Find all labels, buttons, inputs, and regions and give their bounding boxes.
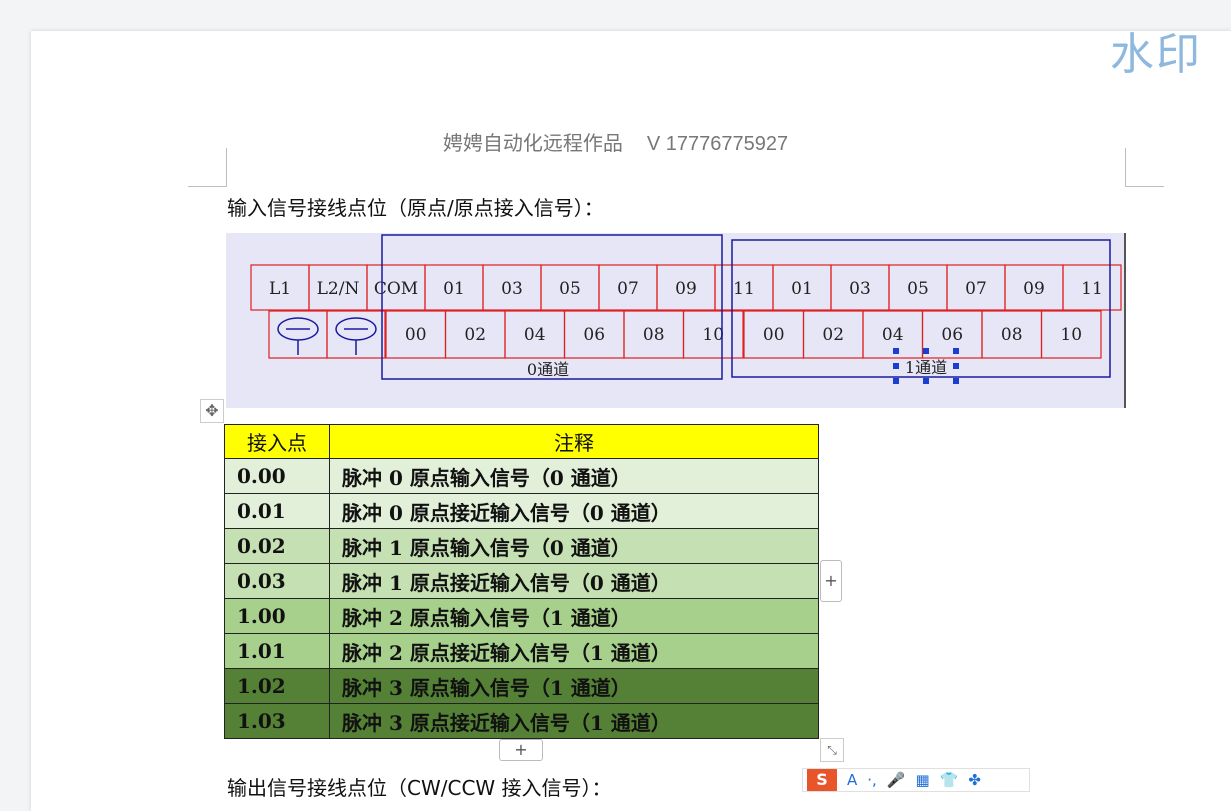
selection-handle — [893, 378, 899, 384]
selection-handle — [923, 378, 929, 384]
terminal-label: 09 — [1023, 279, 1045, 299]
mic-icon[interactable]: 🎤 — [887, 771, 906, 789]
cell-note[interactable]: 脉冲 0 原点接近输入信号（0 通道） — [329, 493, 819, 529]
ime-font-icon[interactable]: A — [847, 771, 857, 789]
cell-point[interactable]: 1.03 — [224, 703, 330, 739]
cell-point[interactable]: 0.02 — [224, 528, 330, 564]
margin-mark-top-left — [188, 148, 227, 187]
terminal-label: 05 — [559, 279, 581, 299]
channel1-box — [731, 239, 1111, 378]
terminal-label: 02 — [464, 325, 486, 345]
watermark: 水印 — [1110, 29, 1202, 80]
terminal-label: 07 — [965, 279, 987, 299]
wiring-diagram-svg: L1 L2/N COM 01 03 05 07 09 11 01 03 05 07 09 11 00 02 04 0… — [250, 234, 1122, 384]
table-row: 1.01 脉冲 2 原点接近输入信号（1 通道） — [224, 633, 819, 669]
add-column-button[interactable]: + — [820, 560, 842, 602]
channel0-box — [381, 234, 723, 380]
table-move-icon[interactable]: ✥ — [200, 399, 224, 423]
terminal-label: 07 — [617, 279, 639, 299]
terminal-label: 06 — [583, 325, 605, 345]
table-row: 0.00 脉冲 0 原点输入信号（0 通道） — [224, 458, 819, 494]
terminal-label: 08 — [1001, 325, 1023, 345]
ime-logo-icon[interactable]: S — [807, 769, 837, 791]
channel1-label: 1通道 — [905, 358, 947, 377]
terminal-label: COM — [374, 279, 418, 299]
terminal-label: 09 — [675, 279, 697, 299]
terminal-label: 11 — [733, 279, 755, 299]
table-row: 1.03 脉冲 3 原点接近输入信号（1 通道） — [224, 703, 819, 739]
selection-handle — [893, 363, 899, 369]
cell-point[interactable]: 0.00 — [224, 458, 330, 494]
table-resize-icon[interactable]: ⤡ — [820, 738, 844, 762]
cell-point[interactable]: 1.02 — [224, 668, 330, 704]
terminal-label: 00 — [763, 325, 785, 345]
add-row-button[interactable]: + — [499, 739, 543, 761]
keyboard-icon[interactable]: ▦ — [916, 771, 930, 789]
cell-note[interactable]: 脉冲 3 原点接近输入信号（1 通道） — [329, 703, 819, 739]
cell-note[interactable]: 脉冲 1 原点输入信号（0 通道） — [329, 528, 819, 564]
selection-handle — [953, 348, 959, 354]
cell-point[interactable]: 1.01 — [224, 633, 330, 669]
channel0-label: 0通道 — [527, 360, 569, 379]
selection-handle — [893, 348, 899, 354]
input-section-title[interactable]: 输入信号接线点位（原点/原点接入信号）： — [227, 192, 604, 221]
terminal-label: 10 — [1060, 325, 1082, 345]
cell-point[interactable]: 0.01 — [224, 493, 330, 529]
cell-point[interactable]: 1.00 — [224, 598, 330, 634]
terminal-label: 08 — [643, 325, 665, 345]
shirt-icon[interactable]: 👕 — [940, 771, 959, 789]
cell-note[interactable]: 脉冲 1 原点接近输入信号（0 通道） — [329, 563, 819, 599]
cell-point[interactable]: 0.03 — [224, 563, 330, 599]
grid-icon[interactable]: ✤ — [968, 771, 981, 789]
terminal-label: L1 — [269, 279, 291, 299]
output-section-title[interactable]: 输出信号接线点位（CW/CCW 接入信号）： — [227, 772, 612, 801]
terminal-label: 04 — [882, 325, 904, 345]
terminal-label: 03 — [849, 279, 871, 299]
table-header-row: 接入点 注释 — [224, 424, 819, 459]
header-author: 娉娉自动化远程作品 — [442, 133, 623, 155]
header-contact: V 17776775927 — [646, 133, 789, 155]
cell-note[interactable]: 脉冲 2 原点接近输入信号（1 通道） — [329, 633, 819, 669]
table-row: 1.00 脉冲 2 原点输入信号（1 通道） — [224, 598, 819, 634]
terminal-label: 02 — [822, 325, 844, 345]
terminal-label: 01 — [791, 279, 813, 299]
cell-note[interactable]: 脉冲 3 原点输入信号（1 通道） — [329, 668, 819, 704]
selection-handle — [953, 363, 959, 369]
header-cell-point[interactable]: 接入点 — [224, 424, 330, 459]
table-row: 0.02 脉冲 1 原点输入信号（0 通道） — [224, 528, 819, 564]
terminal-label: 01 — [443, 279, 465, 299]
wiring-diagram[interactable]: L1 L2/N COM 01 03 05 07 09 11 01 03 05 07 09 11 00 02 04 0… — [226, 233, 1126, 408]
ime-punctuation-icon[interactable]: ·, — [867, 771, 877, 789]
terminal-label: 06 — [941, 325, 963, 345]
cell-note[interactable]: 脉冲 2 原点输入信号（1 通道） — [329, 598, 819, 634]
ime-toolbar: S A ·, 🎤 ▦ 👕 ✤ — [802, 768, 1030, 792]
terminal-label: 05 — [907, 279, 929, 299]
table-row: 1.02 脉冲 3 原点输入信号（1 通道） — [224, 668, 819, 704]
selection-handle — [953, 378, 959, 384]
page-header: 娉娉自动化远程作品 V 17776775927 — [0, 127, 1231, 156]
cell-note[interactable]: 脉冲 0 原点输入信号（0 通道） — [329, 458, 819, 494]
terminal-label: 03 — [501, 279, 523, 299]
selection-handle — [923, 348, 929, 354]
signal-table[interactable]: 接入点 注释 0.00 脉冲 0 原点输入信号（0 通道） 0.01 脉冲 0 原点接… — [224, 424, 819, 739]
table-row: 0.01 脉冲 0 原点接近输入信号（0 通道） — [224, 493, 819, 529]
margin-mark-top-right — [1125, 148, 1164, 187]
header-cell-note[interactable]: 注释 — [329, 424, 819, 459]
terminal-label: 10 — [702, 325, 724, 345]
table-row: 0.03 脉冲 1 原点接近输入信号（0 通道） — [224, 563, 819, 599]
terminal-label: 04 — [524, 325, 546, 345]
terminal-label: L2/N — [317, 279, 360, 299]
terminal-label: 11 — [1081, 279, 1103, 299]
terminal-label: 00 — [405, 325, 427, 345]
